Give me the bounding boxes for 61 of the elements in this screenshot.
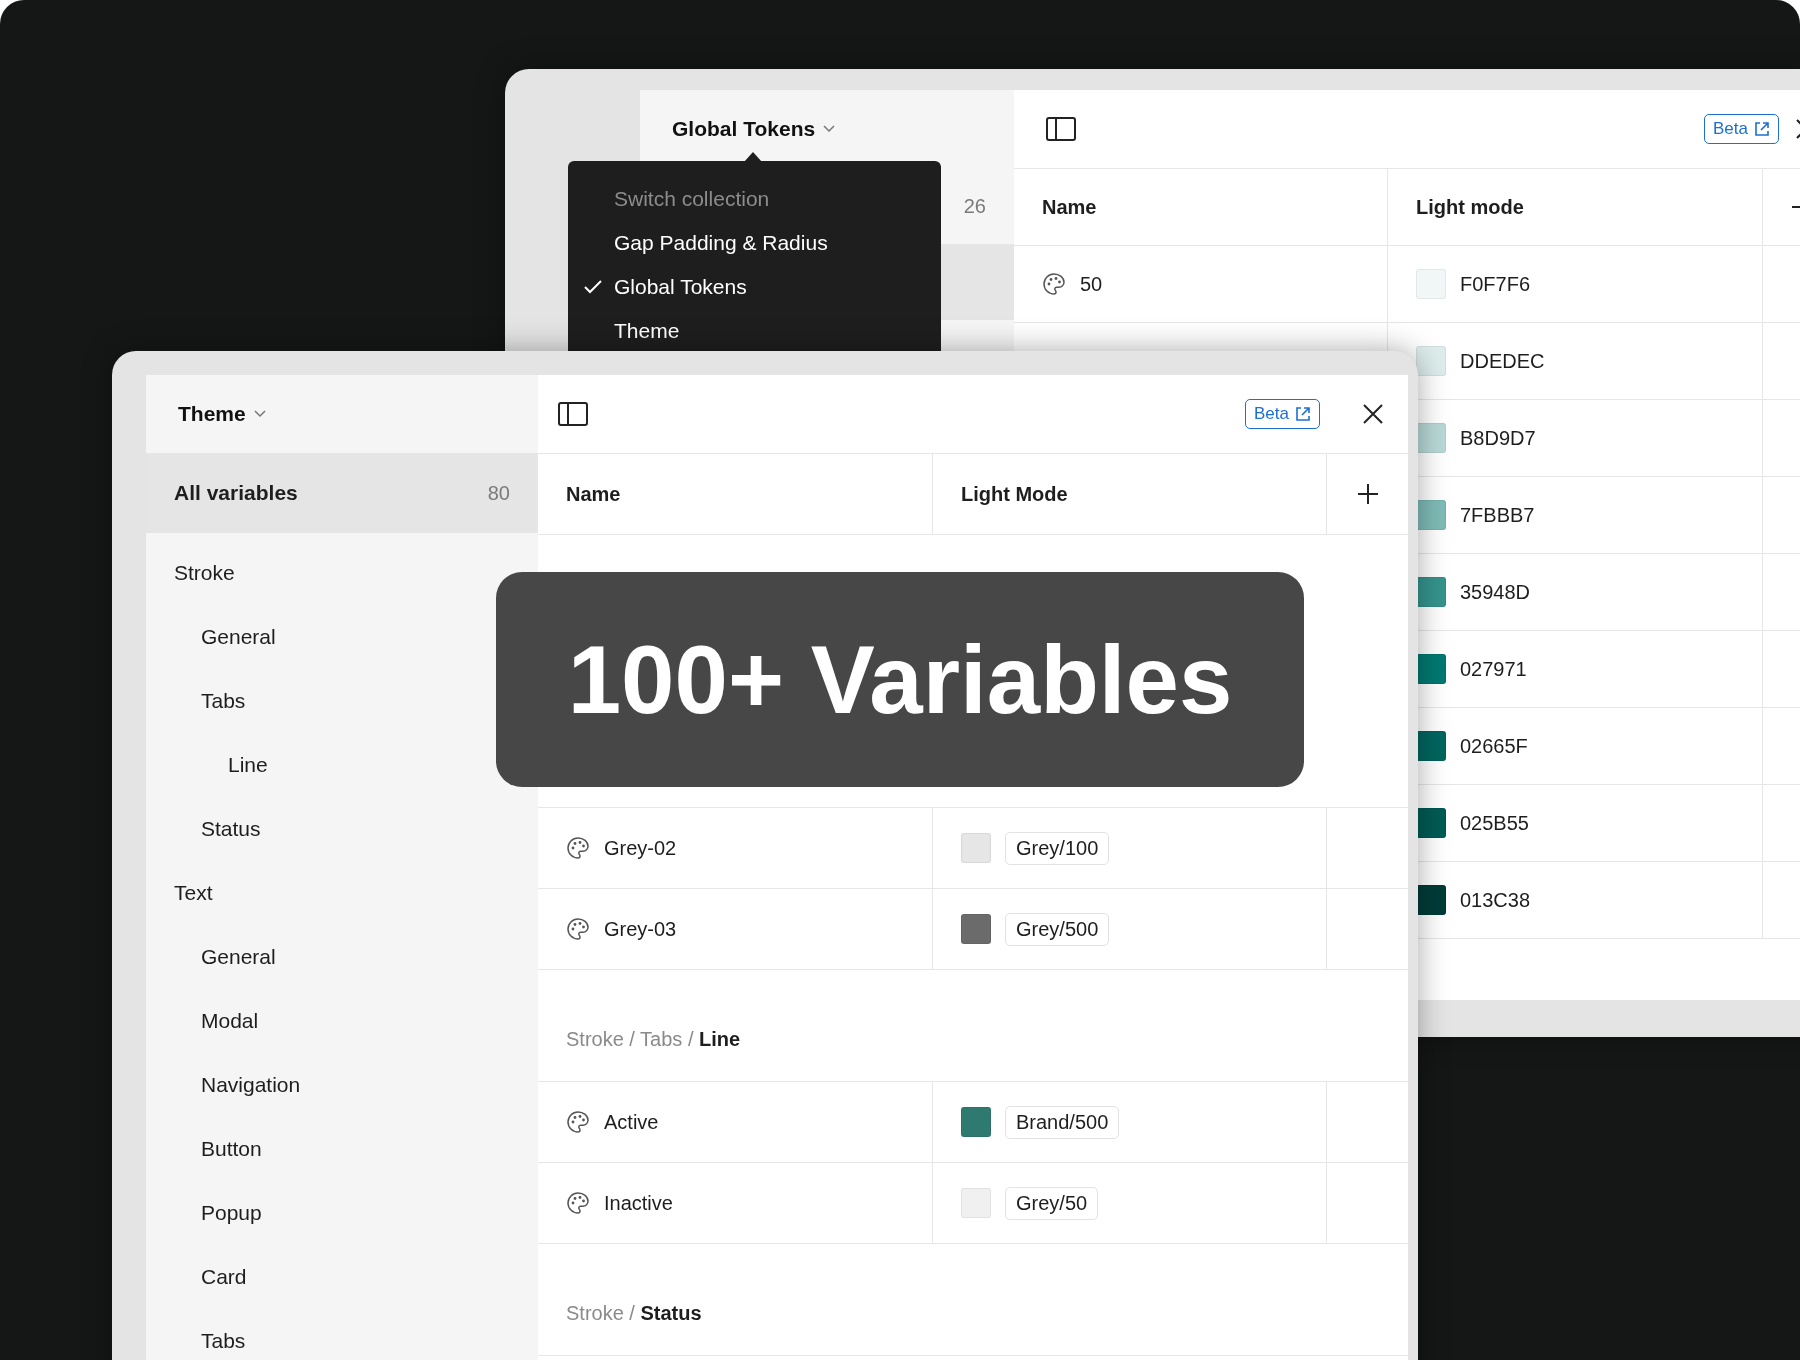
sidebar-item[interactable]: All variables 80: [146, 453, 538, 533]
sidebar-item[interactable]: General: [146, 925, 304, 989]
sidebar-item[interactable]: Button: [146, 1117, 290, 1181]
variable-name: Grey-02: [604, 836, 677, 860]
color-value: F0F7F6: [1460, 272, 1531, 296]
group-path: Stroke / Tabs / Line: [566, 1028, 741, 1051]
palette-icon: [566, 917, 590, 941]
sidebar-item[interactable]: Tabs: [146, 1309, 274, 1360]
variable-count: 80: [487, 481, 510, 505]
sidebar-item[interactable]: Text: [146, 861, 241, 925]
color-value: 7FBBB7: [1460, 503, 1535, 527]
column-header: Light mode: [1416, 195, 1524, 219]
menu-item[interactable]: Gap Padding & Radius: [568, 221, 941, 265]
color-value: B8D9D7: [1460, 426, 1536, 450]
color-value: 027971: [1460, 657, 1527, 681]
color-value: 35948D: [1460, 580, 1531, 604]
menu-heading: Switch collection: [613, 186, 771, 212]
sidebar-item[interactable]: Status: [146, 797, 289, 861]
external-link-icon: [1295, 406, 1311, 422]
sidebar-item[interactable]: Tabs: [146, 669, 274, 733]
variable-alias: Grey/100: [1005, 831, 1110, 865]
collection-dropdown[interactable]: Theme: [178, 402, 266, 426]
sidebar-item[interactable]: Modal: [146, 989, 287, 1053]
sidebar-item-label: All variables: [174, 481, 298, 505]
group-path: Stroke / Status: [566, 1302, 702, 1325]
variable-name: Grey-03: [604, 917, 677, 941]
menu-item[interactable]: Global Tokens: [568, 265, 941, 309]
sidebar-item[interactable]: Line: [146, 733, 296, 797]
variable-alias: Grey/50: [1005, 1186, 1099, 1220]
variable-alias: Brand/500: [1005, 1105, 1120, 1139]
sidebar-item[interactable]: General: [146, 605, 304, 669]
palette-icon: [566, 1110, 590, 1134]
variable-name: 50: [1080, 272, 1103, 296]
variable-alias: Grey/500: [1005, 912, 1110, 946]
sidebar-item[interactable]: Card: [146, 1245, 275, 1309]
sidebar-item[interactable]: Stroke: [146, 541, 263, 605]
external-link-icon: [1754, 121, 1770, 137]
headline: 100+ Variables: [567, 624, 1233, 735]
color-value: 02665F: [1460, 734, 1528, 758]
menu-item[interactable]: Theme: [568, 309, 941, 353]
beta-badge[interactable]: Beta: [1704, 114, 1779, 144]
variable-name: Active: [604, 1110, 659, 1134]
sidebar-toggle-icon[interactable]: [558, 402, 588, 426]
color-value: 025B55: [1460, 811, 1529, 835]
color-value: 013C38: [1460, 888, 1531, 912]
palette-icon: [1042, 272, 1066, 296]
palette-icon: [566, 1191, 590, 1215]
beta-badge[interactable]: Beta: [1245, 399, 1320, 429]
sidebar-toggle-icon[interactable]: [1046, 117, 1076, 141]
color-value: DDEDEC: [1460, 349, 1545, 373]
column-header: Name: [1042, 195, 1097, 219]
chevron-down-icon: [253, 410, 266, 418]
sidebar-item[interactable]: Navigation: [146, 1053, 329, 1117]
collection-dropdown[interactable]: Global Tokens: [672, 117, 836, 141]
sidebar-item[interactable]: Popup: [146, 1181, 290, 1245]
palette-icon: [566, 836, 590, 860]
chevron-down-icon: [823, 125, 836, 133]
column-header: Light Mode: [961, 482, 1068, 506]
variable-name: Inactive: [604, 1191, 673, 1215]
close-icon[interactable]: [1362, 403, 1384, 425]
column-header: Name: [566, 482, 621, 506]
